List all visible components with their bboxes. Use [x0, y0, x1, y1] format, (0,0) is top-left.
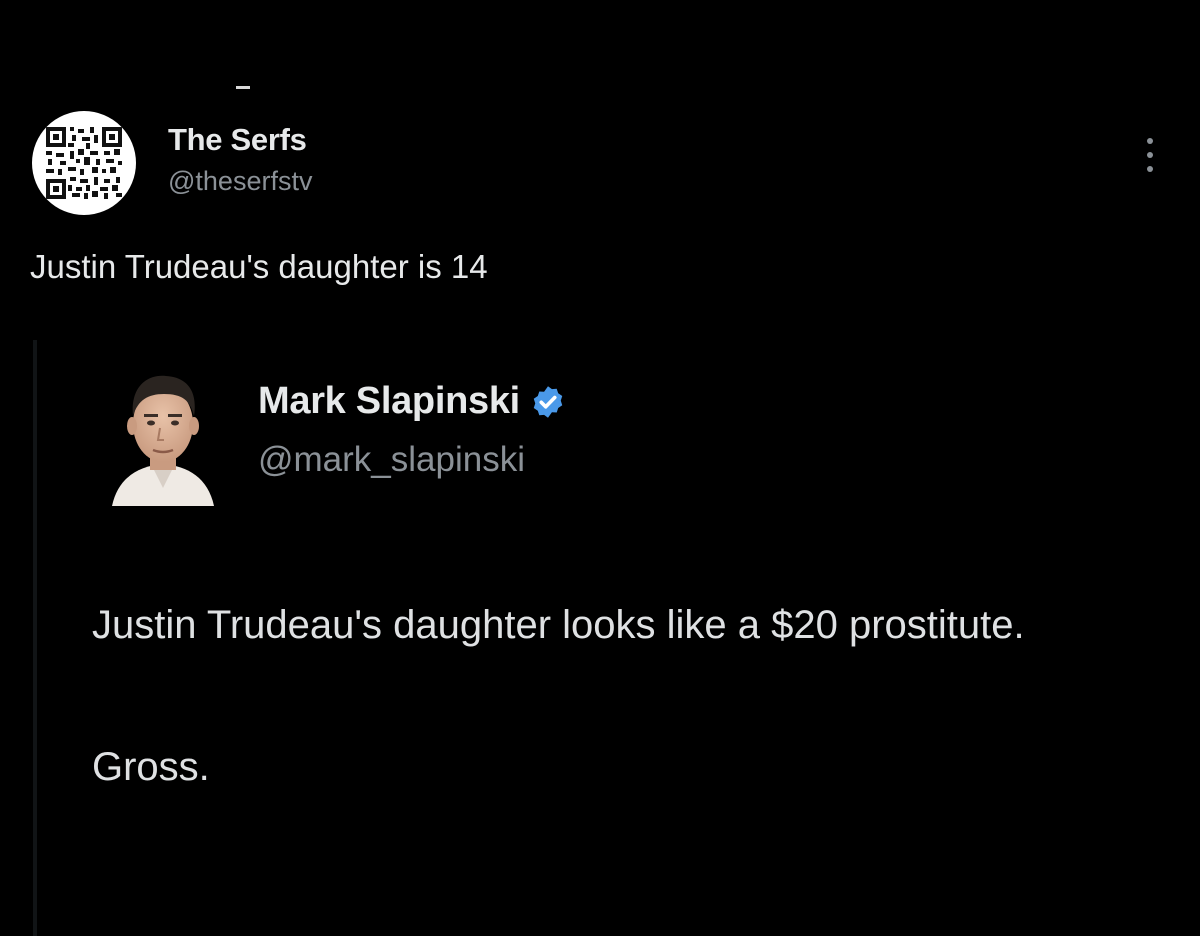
more-dot [1147, 166, 1153, 172]
more-dot [1147, 138, 1153, 144]
verified-badge-icon [533, 385, 563, 418]
qr-code-avatar-icon[interactable] [32, 111, 136, 215]
quoted-author-handle[interactable]: @mark_slapinski [258, 440, 525, 480]
quoted-author-avatar[interactable] [108, 366, 218, 506]
quoted-tweet-body: Justin Trudeau's daughter looks like a $… [92, 594, 1152, 798]
top-divider [236, 86, 250, 89]
author-name[interactable]: The Serfs [168, 122, 307, 158]
quoted-author-row[interactable]: Mark Slapinski [258, 380, 566, 423]
more-dot [1147, 152, 1153, 158]
tweet-screen: The Serfs @theserfstv Justin Trudeau's d… [0, 0, 1200, 936]
more-options-icon[interactable] [1138, 130, 1162, 180]
tweet-text: Justin Trudeau's daughter is 14 [30, 248, 488, 285]
author-handle[interactable]: @theserfstv [168, 166, 312, 197]
qr-code-graphic [46, 127, 122, 199]
quoted-tweet-text-line: Gross. [92, 745, 210, 789]
quoted-tweet-text-line: Justin Trudeau's daughter looks like a $… [92, 603, 1025, 647]
quoted-author-name[interactable]: Mark Slapinski [258, 380, 520, 423]
quote-border [33, 340, 37, 936]
